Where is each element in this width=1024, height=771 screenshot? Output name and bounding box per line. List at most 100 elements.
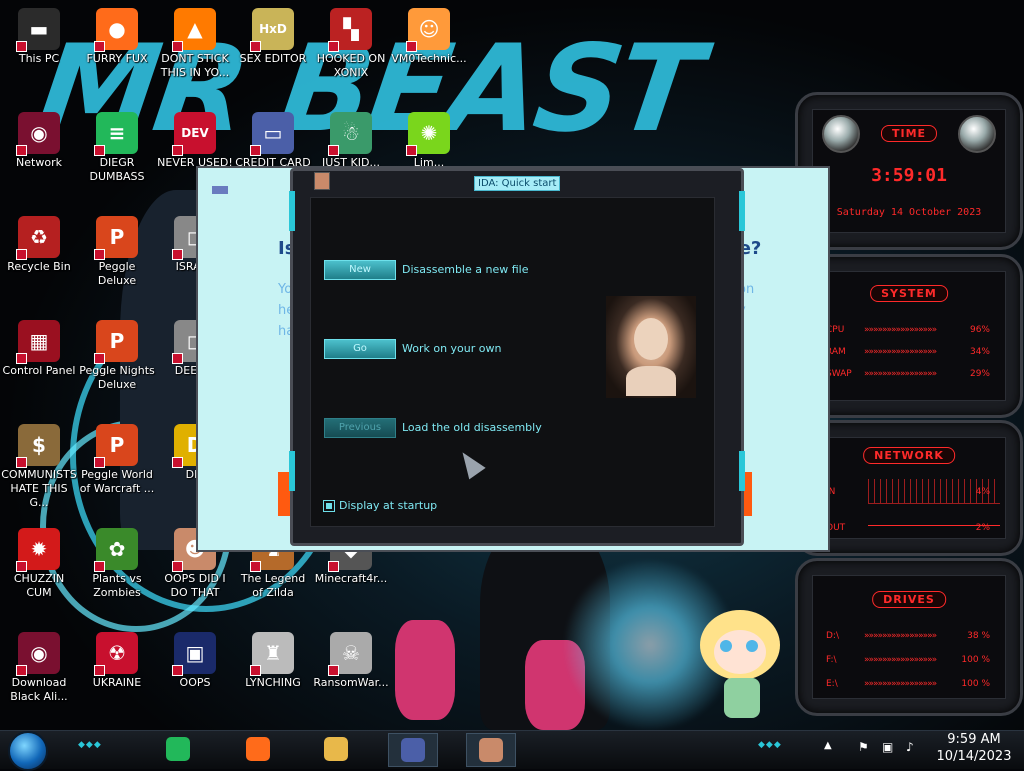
display-at-startup-label: Display at startup (339, 499, 438, 512)
vm0-icon: ☺ (406, 8, 450, 52)
never-used-icon: DEV (172, 112, 216, 156)
desktop-icon-download-black-ali[interactable]: ◉ Download Black Ali... (0, 632, 78, 704)
desktop-icon-label: The Legend of Zilda (240, 572, 306, 599)
peggle-deluxe-icon: P (94, 216, 138, 260)
desktop-icon-label: OOPS DID I DO THAT (164, 572, 226, 599)
taskbar-app-app-green[interactable] (154, 733, 202, 765)
wallpaper-pink-shoe (395, 620, 455, 720)
desktop-icon-plants-vs-zombies[interactable]: ✿ Plants vs Zombies (78, 528, 156, 600)
start-button[interactable] (8, 731, 48, 771)
alien-head-icon (822, 115, 860, 153)
window-app-icon (212, 186, 228, 194)
desktop-icon-just-kid[interactable]: ☃ JUST KID... (312, 112, 390, 170)
firefox-icon (246, 737, 270, 761)
download-black-ali-icon: ◉ (16, 632, 60, 676)
desktop-icon-label: DIEGR DUMBASS (89, 156, 145, 183)
network-row-value: 4% (975, 487, 990, 497)
peggle-world-icon: P (94, 424, 138, 468)
taskbar-app-file-explorer[interactable] (312, 733, 360, 765)
furry-fux-icon: ● (94, 8, 138, 52)
taskbar-app-credit-card[interactable] (388, 733, 438, 767)
taskbar-clock[interactable]: 9:59 AM 10/14/2023 (930, 731, 1018, 765)
desktop-icon-this-pc[interactable]: ▬ This PC (0, 8, 78, 66)
desktop-icon-label: DONT STICK THIS IN YO... (160, 52, 230, 79)
time-gadget-clock: 3:59:01 (871, 165, 947, 186)
alien-head-icon (958, 115, 996, 153)
sex-editor-icon: HxD (250, 8, 294, 52)
desktop-icon-ransomwar[interactable]: ☠ RansomWar... (312, 632, 390, 690)
recycle-bin-icon: ♻ (16, 216, 60, 260)
desktop-icon-recycle-bin[interactable]: ♻ Recycle Bin (0, 216, 78, 274)
display-at-startup-checkbox[interactable] (323, 500, 335, 512)
drives-row-value: 38 % (967, 631, 990, 641)
go-description: Work on your own (402, 342, 502, 355)
desktop-icon-label: COMMUNISTS HATE THIS G... (1, 468, 77, 509)
desktop-icon-label: Peggle Nights Deluxe (79, 364, 155, 391)
chuzzin-cum-icon: ✹ (16, 528, 60, 572)
desktop-icon-vm0[interactable]: ☺ VM0Technic... (390, 8, 468, 66)
ida-portrait-image (606, 296, 696, 398)
desktop-icon-label: FURRY FUX (86, 52, 148, 65)
taskbar-date: 10/14/2023 (936, 749, 1012, 764)
new-button[interactable]: New (324, 260, 396, 280)
star-butterfly-character (690, 600, 790, 720)
communists-icon: $ (16, 424, 60, 468)
network-icon: ◉ (16, 112, 60, 156)
desktop-icon-oops[interactable]: ▣ OOPS (156, 632, 234, 690)
desktop-icon-lime[interactable]: ✺ Lim... (390, 112, 468, 170)
desktop-icon-label: Peggle World of Warcraft ... (79, 468, 155, 495)
control-panel-icon: ▦ (16, 320, 60, 364)
system-row-meter: »»»»»»»»»»»»»»»» (864, 369, 937, 379)
drives-gadget-title: Drives (872, 591, 946, 608)
desktop-icon-control-panel[interactable]: ▦ Control Panel (0, 320, 78, 378)
taskbar-app-firefox[interactable] (234, 733, 282, 765)
network-tray-icon[interactable]: ▣ (882, 740, 893, 754)
system-row-value: 96% (969, 325, 990, 335)
just-kid-icon: ☃ (328, 112, 372, 156)
desktop-icon-ukraine[interactable]: ☢ UKRAINE (78, 632, 156, 690)
system-row-meter: »»»»»»»»»»»»»»»» (864, 347, 937, 357)
previous-button[interactable]: Previous (324, 418, 396, 438)
desktop-icon-label: Peggle Deluxe (97, 260, 137, 287)
drives-row-meter: »»»»»»»»»»»»»»»» (864, 655, 937, 665)
taskbar-time: 9:59 AM (947, 732, 1001, 747)
previous-description: Load the old disassembly (402, 421, 542, 434)
drives-row-meter: »»»»»»»»»»»»»»»» (864, 679, 937, 689)
ida-pro-icon (479, 738, 503, 762)
show-hidden-icons[interactable]: ▲ (824, 740, 832, 751)
desktop-icon-never-used[interactable]: DEV NEVER USED! (156, 112, 234, 170)
credit-card-icon (401, 738, 425, 762)
network-row-value: 2% (975, 523, 990, 533)
desktop-icon-chuzzin-cum[interactable]: ✹ CHUZZIN CUM (0, 528, 78, 600)
system-row: RAM»»»»»»»»»»»»»»»» 34% (826, 347, 990, 359)
desktop-icon-furry-fux[interactable]: ● FURRY FUX (78, 8, 156, 66)
desktop-icon-hooked-on-xonix[interactable]: ▚ HOOKED ON XONIX (312, 8, 390, 80)
desktop-icon-dont-stick[interactable]: ▲ DONT STICK THIS IN YO... (156, 8, 234, 80)
system-gadget-title: System (870, 285, 948, 302)
this-pc-icon: ▬ (16, 8, 60, 52)
desktop-icon-peggle-deluxe[interactable]: P Peggle Deluxe (78, 216, 156, 288)
drives-gadget[interactable]: Drives D:\ »»»»»»»»»»»»»»»» 38 % F:\ »»»»»»»… (795, 558, 1023, 716)
go-button[interactable]: Go (324, 339, 396, 359)
taskbar-app-ida-pro[interactable] (466, 733, 516, 767)
desktop-icon-credit-card[interactable]: ▭ CREDIT CARD (234, 112, 312, 170)
lynching-icon: ♜ (250, 632, 294, 676)
drives-row: E:\ »»»»»»»»»»»»»»»» 100 % (826, 679, 990, 691)
ida-window-title[interactable]: IDA: Quick start (474, 176, 561, 191)
desktop-icon-communists[interactable]: $ COMMUNISTS HATE THIS G... (0, 424, 78, 510)
system-row-value: 29% (969, 369, 990, 379)
system-row-value: 34% (969, 347, 990, 357)
drives-row-label: F:\ (826, 655, 837, 665)
desktop-icon-sex-editor[interactable]: HxD SEX EDITOR (234, 8, 312, 66)
desktop-icon-peggle-nights[interactable]: P Peggle Nights Deluxe (78, 320, 156, 392)
diegr-dumbass-icon: ≡ (94, 112, 138, 156)
desktop-icon-network[interactable]: ◉ Network (0, 112, 78, 170)
desktop-icon-lynching[interactable]: ♜ LYNCHING (234, 632, 312, 690)
ida-app-icon (314, 172, 330, 190)
credit-card-icon: ▭ (250, 112, 294, 156)
volume-icon[interactable]: ♪ (906, 740, 914, 754)
desktop-icon-diegr-dumbass[interactable]: ≡ DIEGR DUMBASS (78, 112, 156, 184)
desktop-icon-peggle-world[interactable]: P Peggle World of Warcraft ... (78, 424, 156, 496)
action-center-icon[interactable]: ⚑ (858, 740, 869, 754)
time-gadget-title: Time (880, 125, 938, 142)
